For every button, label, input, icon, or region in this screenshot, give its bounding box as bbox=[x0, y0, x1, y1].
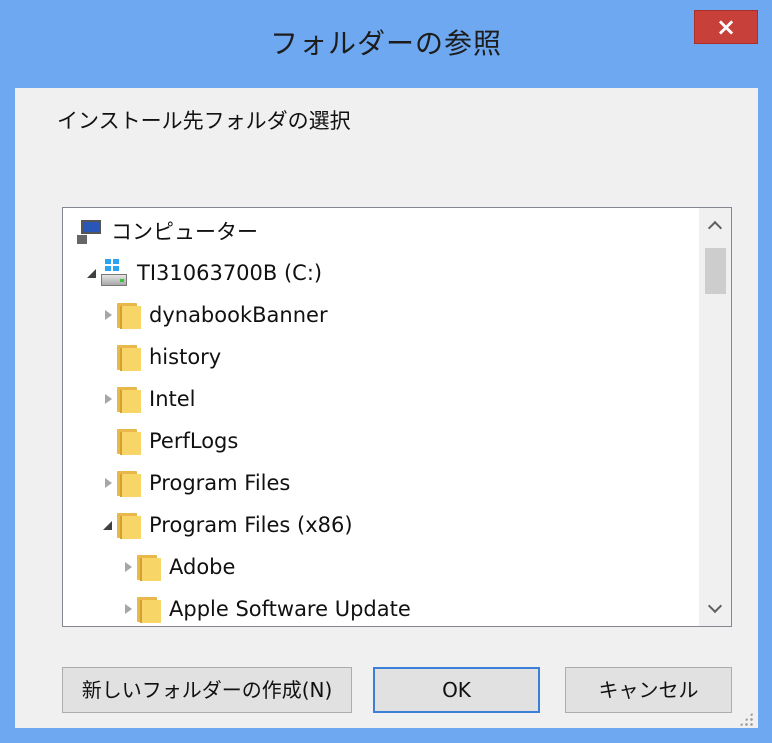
collapsed-arrow-icon[interactable] bbox=[121, 559, 137, 575]
tree-item-folder[interactable]: Apple Software Update bbox=[121, 591, 411, 626]
vertical-scrollbar[interactable] bbox=[699, 208, 731, 626]
folder-tree[interactable]: コンピューター TI31063700B (C:) dynabookBanner … bbox=[62, 207, 732, 627]
tree-item-label: TI31063700B (C:) bbox=[137, 261, 323, 285]
drive-icon bbox=[101, 259, 127, 287]
tree-item-label: history bbox=[149, 345, 222, 369]
window-title: フォルダーの参照 bbox=[269, 27, 502, 60]
tree-item-label: Intel bbox=[149, 387, 196, 411]
collapsed-arrow-icon[interactable] bbox=[101, 475, 117, 491]
folder-icon bbox=[117, 385, 141, 413]
tree-item-computer[interactable]: コンピューター bbox=[77, 213, 258, 249]
tree-item-folder[interactable]: PerfLogs bbox=[117, 423, 238, 459]
tree-item-label: Program Files (x86) bbox=[149, 513, 353, 537]
tree-item-label: Adobe bbox=[169, 555, 236, 579]
cancel-button[interactable]: キャンセル bbox=[565, 667, 732, 713]
tree-item-folder[interactable]: Program Files bbox=[101, 465, 290, 501]
tree-item-label: コンピューター bbox=[111, 220, 258, 244]
folder-icon bbox=[117, 343, 141, 371]
tree-item-folder[interactable]: Program Files (x86) bbox=[101, 507, 353, 543]
tree-item-label: dynabookBanner bbox=[149, 303, 328, 327]
folder-icon bbox=[117, 469, 141, 497]
chevron-down-icon bbox=[707, 598, 723, 614]
computer-icon bbox=[77, 218, 103, 244]
collapsed-arrow-icon[interactable] bbox=[121, 601, 137, 617]
collapsed-arrow-icon[interactable] bbox=[101, 307, 117, 323]
ok-button[interactable]: OK bbox=[373, 667, 540, 713]
instruction-text: インストール先フォルダの選択 bbox=[57, 109, 351, 133]
chevron-up-icon bbox=[707, 220, 723, 236]
close-button[interactable]: × bbox=[694, 10, 758, 44]
expanded-arrow-icon[interactable] bbox=[85, 265, 101, 281]
tree-item-folder[interactable]: Adobe bbox=[121, 549, 235, 585]
folder-icon bbox=[117, 427, 141, 455]
expanded-arrow-icon[interactable] bbox=[101, 517, 117, 533]
scroll-down-button[interactable] bbox=[699, 592, 731, 626]
collapsed-arrow-icon[interactable] bbox=[101, 391, 117, 407]
folder-icon bbox=[137, 553, 161, 581]
scroll-thumb[interactable] bbox=[705, 248, 726, 294]
tree-item-folder[interactable]: history bbox=[117, 339, 221, 375]
folder-icon bbox=[137, 595, 161, 623]
tree-item-folder[interactable]: dynabookBanner bbox=[101, 297, 328, 333]
new-folder-button[interactable]: 新しいフォルダーの作成(N) bbox=[62, 667, 352, 713]
tree-item-drive-c[interactable]: TI31063700B (C:) bbox=[85, 255, 322, 291]
tree-item-label: Apple Software Update bbox=[169, 597, 411, 621]
tree-item-label: Program Files bbox=[149, 471, 291, 495]
folder-browse-dialog: フォルダーの参照 × インストール先フォルダの選択 コンピューター TI3106… bbox=[0, 0, 772, 743]
scroll-up-button[interactable] bbox=[699, 208, 731, 242]
folder-icon bbox=[117, 511, 141, 539]
tree-item-label: PerfLogs bbox=[149, 429, 239, 453]
folder-icon bbox=[117, 301, 141, 329]
title-bar[interactable]: フォルダーの参照 × bbox=[0, 0, 772, 88]
tree-item-folder[interactable]: Intel bbox=[101, 381, 196, 417]
